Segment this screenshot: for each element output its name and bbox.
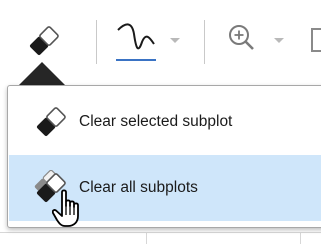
hand-cursor-icon	[52, 189, 79, 227]
zoom-in-icon	[229, 25, 254, 50]
eraser-icon	[29, 26, 59, 56]
next-toolbar-button[interactable]	[305, 26, 321, 56]
background-gridline	[0, 232, 321, 233]
basic-fitting-dropdown-arrow[interactable]	[170, 38, 180, 43]
toolbar-separator	[96, 20, 97, 64]
menu-pointer	[18, 62, 66, 86]
curve-icon	[116, 23, 156, 61]
basic-fitting-button[interactable]	[114, 18, 158, 70]
zoom-in-button[interactable]	[226, 22, 260, 56]
zoom-dropdown-arrow[interactable]	[274, 38, 284, 43]
menu-item-label: Clear selected subplot	[79, 113, 233, 130]
menu-item-label: Clear all subplots	[79, 179, 198, 196]
toolbar-icon-partial	[311, 28, 321, 52]
menu-item-clear-selected-subplot[interactable]: Clear selected subplot	[9, 89, 321, 155]
background-gridline	[300, 232, 301, 244]
background-gridline	[146, 232, 147, 244]
toolbar-separator	[204, 20, 205, 64]
toolbar	[0, 0, 321, 86]
clear-button[interactable]	[24, 22, 64, 60]
eraser-icon	[36, 107, 66, 137]
